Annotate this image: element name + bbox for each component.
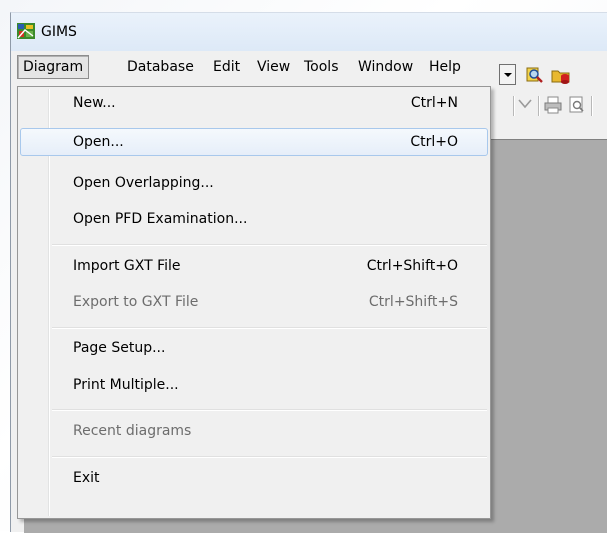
menu-edit[interactable]: Edit bbox=[213, 57, 240, 77]
menu-item-shortcut: Ctrl+Shift+S bbox=[368, 294, 458, 310]
menu-separator bbox=[52, 327, 487, 329]
menu-item-recent-diagrams: Recent diagrams bbox=[20, 417, 488, 445]
menu-item-label: Print Multiple... bbox=[73, 377, 179, 393]
toolbar-arrow-icon[interactable] bbox=[515, 95, 535, 115]
menu-item-label: Page Setup... bbox=[73, 340, 166, 356]
combo-dropdown-button[interactable] bbox=[499, 64, 516, 85]
menu-item-label: Open... bbox=[73, 134, 124, 150]
menu-window[interactable]: Window bbox=[358, 57, 413, 77]
print-preview-icon[interactable] bbox=[567, 95, 587, 115]
menu-help[interactable]: Help bbox=[429, 57, 461, 77]
menu-item-label: Export to GXT File bbox=[73, 294, 199, 310]
menu-item-page-setup[interactable]: Page Setup... bbox=[20, 334, 488, 362]
menu-view[interactable]: View bbox=[257, 57, 290, 77]
menu-item-label: New... bbox=[73, 95, 116, 111]
window-title: GIMS bbox=[41, 24, 77, 40]
menu-item-label: Exit bbox=[73, 470, 100, 486]
title-bar: GIMS bbox=[11, 13, 607, 51]
toolbar-separator bbox=[538, 96, 539, 116]
menu-item-new[interactable]: New... Ctrl+N bbox=[20, 89, 488, 117]
menu-item-export-gxt: Export to GXT File Ctrl+Shift+S bbox=[20, 288, 488, 316]
menu-item-label: Open Overlapping... bbox=[73, 175, 214, 191]
menu-item-open[interactable]: Open... Ctrl+O bbox=[20, 128, 488, 156]
menu-item-import-gxt[interactable]: Import GXT File Ctrl+Shift+O bbox=[20, 252, 488, 280]
menu-item-exit[interactable]: Exit bbox=[20, 464, 488, 492]
print-icon[interactable] bbox=[543, 95, 563, 115]
menu-tools[interactable]: Tools bbox=[304, 57, 339, 77]
menu-diagram[interactable]: Diagram bbox=[17, 55, 90, 79]
search-db-icon[interactable] bbox=[525, 65, 545, 85]
menu-item-open-overlapping[interactable]: Open Overlapping... bbox=[20, 169, 488, 197]
menu-item-label: Recent diagrams bbox=[73, 423, 192, 439]
menu-item-label: Open PFD Examination... bbox=[73, 211, 248, 227]
menu-item-shortcut: Ctrl+O bbox=[410, 134, 458, 150]
menu-item-label: Import GXT File bbox=[73, 258, 181, 274]
open-db-icon[interactable] bbox=[551, 65, 571, 85]
menu-item-open-pfd-examination[interactable]: Open PFD Examination... bbox=[20, 205, 488, 233]
menu-item-shortcut: Ctrl+N bbox=[410, 95, 458, 111]
gims-app-icon bbox=[17, 23, 35, 39]
menu-item-shortcut: Ctrl+Shift+O bbox=[366, 258, 458, 274]
menu-separator bbox=[52, 456, 487, 458]
menu-bar: Diagram Database Edit View Tools Window … bbox=[11, 52, 607, 82]
diagram-menu-dropdown: New... Ctrl+N Open... Ctrl+O Open Overla… bbox=[17, 86, 491, 519]
menu-item-print-multiple[interactable]: Print Multiple... bbox=[20, 371, 488, 399]
menu-separator bbox=[52, 244, 487, 246]
menu-separator bbox=[52, 409, 487, 411]
toolbar-separator bbox=[513, 96, 514, 116]
toolbar-separator bbox=[591, 96, 592, 116]
menu-database[interactable]: Database bbox=[127, 57, 194, 77]
